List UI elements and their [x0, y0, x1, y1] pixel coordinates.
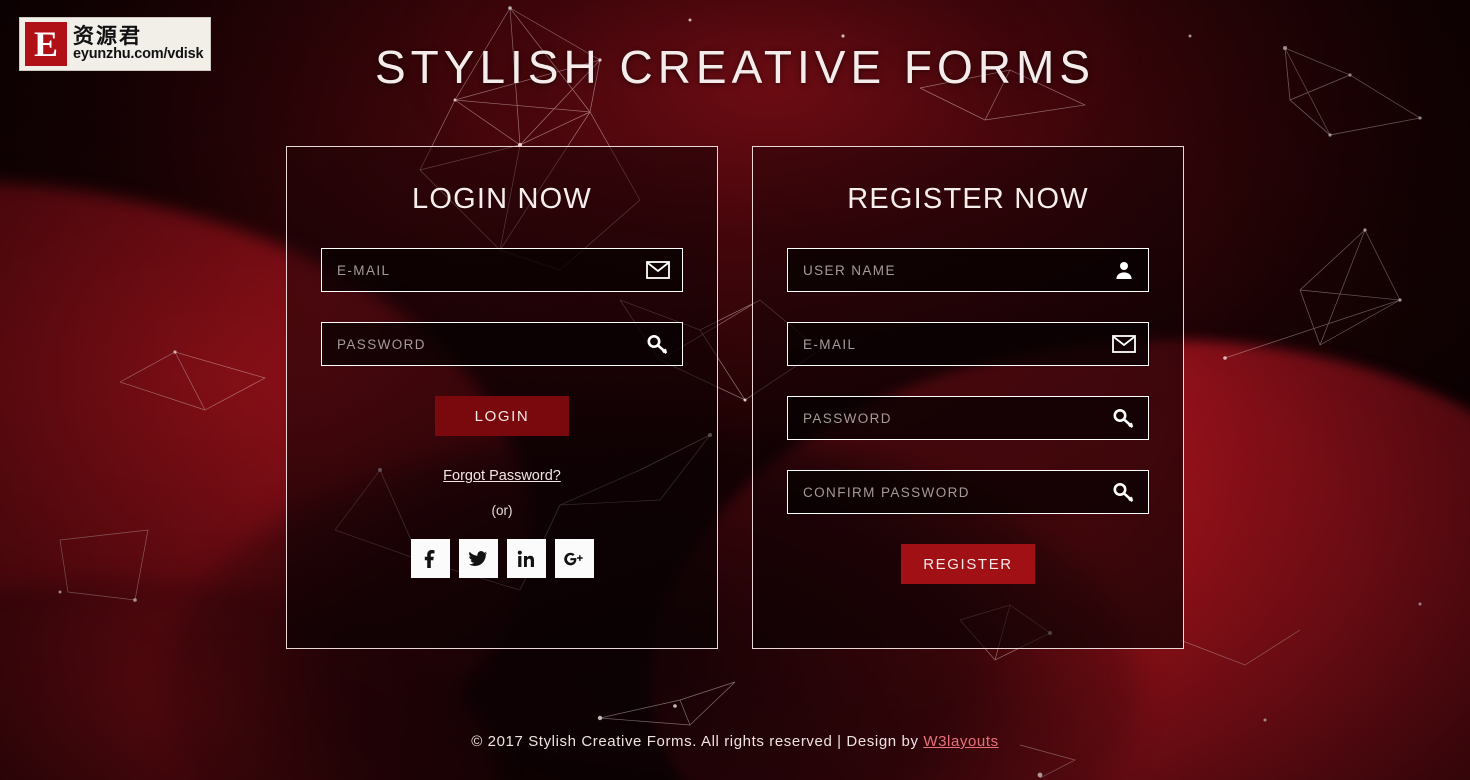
page-title: STYLISH CREATIVE FORMS: [374, 41, 1096, 93]
register-username-input[interactable]: [788, 249, 1148, 291]
register-email-field[interactable]: [787, 322, 1149, 366]
register-username-field[interactable]: [787, 248, 1149, 292]
google-plus-icon: [564, 552, 583, 565]
facebook-icon: [424, 549, 435, 568]
register-email-input[interactable]: [788, 323, 1148, 365]
forgot-password-link[interactable]: Forgot Password?: [321, 468, 683, 484]
watermark-e-mark: E: [25, 22, 67, 66]
register-password-input[interactable]: [788, 397, 1148, 439]
register-password-field[interactable]: [787, 396, 1149, 440]
register-submit-button[interactable]: REGISTER: [901, 544, 1035, 584]
footer-copyright-text: © 2017 Stylish Creative Forms. All right…: [471, 733, 924, 750]
footer: © 2017 Stylish Creative Forms. All right…: [0, 733, 1470, 750]
login-password-input[interactable]: [322, 323, 682, 365]
register-confirm-password-input[interactable]: [788, 471, 1148, 513]
login-email-input[interactable]: [322, 249, 682, 291]
login-password-field[interactable]: [321, 322, 683, 366]
footer-brand-link[interactable]: W3layouts: [923, 733, 998, 750]
page-root: E 资源君 eyunzhu.com/vdisk STYLISH CREATIVE…: [0, 0, 1470, 780]
watermark-url-text: eyunzhu.com/vdisk: [73, 46, 204, 63]
login-heading: LOGIN NOW: [412, 183, 592, 215]
facebook-login-button[interactable]: [410, 539, 450, 578]
register-panel: REGISTER NOW USER NAME E-MAIL REGISTER: [752, 146, 1184, 649]
login-panel: LOGIN NOW E-MAIL LOGIN Forgot Password? …: [286, 146, 718, 649]
twitter-icon: [469, 550, 488, 566]
twitter-login-button[interactable]: [458, 539, 498, 578]
or-separator-label: (or): [491, 503, 513, 518]
login-email-field[interactable]: [321, 248, 683, 292]
googleplus-login-button[interactable]: [554, 539, 594, 578]
linkedin-login-button[interactable]: [506, 539, 546, 578]
forms-container: LOGIN NOW E-MAIL LOGIN Forgot Password? …: [0, 146, 1470, 649]
watermark-text: 资源君 eyunzhu.com/vdisk: [73, 23, 204, 63]
login-submit-button[interactable]: LOGIN: [435, 396, 569, 436]
watermark-cn-text: 资源君: [73, 23, 142, 48]
social-login-buttons: [321, 539, 683, 578]
register-heading: REGISTER NOW: [847, 183, 1089, 215]
register-confirm-password-field[interactable]: [787, 470, 1149, 514]
watermark-logo: E 资源君 eyunzhu.com/vdisk: [19, 17, 211, 71]
linkedin-icon: [517, 550, 534, 567]
